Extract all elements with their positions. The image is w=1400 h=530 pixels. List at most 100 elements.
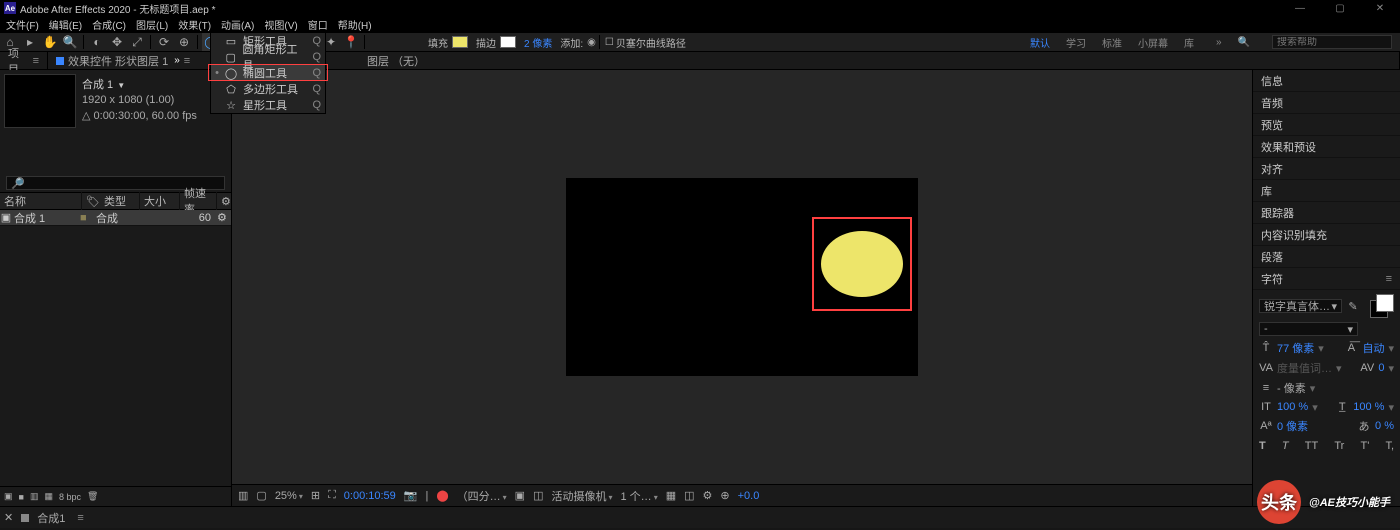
bezier-label[interactable]: 贝塞尔曲线路径 xyxy=(616,35,686,50)
panel-tracker[interactable]: 跟踪器 xyxy=(1253,202,1400,224)
footer-icon[interactable]: ■ xyxy=(19,492,24,502)
ellipse-shape[interactable] xyxy=(821,231,903,297)
scale-h[interactable]: 100 % xyxy=(1353,401,1384,413)
polygon-tool-item[interactable]: ⬠多边形工具Q xyxy=(211,81,325,97)
panel-content-aware[interactable]: 内容识别填充 xyxy=(1253,224,1400,246)
col-name[interactable]: 名称 xyxy=(4,193,26,209)
tab-layer-none[interactable]: 图层 （无） xyxy=(367,53,425,69)
panel-paragraph[interactable]: 段落 xyxy=(1253,246,1400,268)
views-select[interactable]: 1 个… xyxy=(621,488,658,504)
kerning[interactable]: 度量值词… xyxy=(1277,360,1332,376)
stroke-width[interactable]: 2 像素 xyxy=(524,35,552,50)
help-search-input[interactable] xyxy=(1277,37,1387,48)
color-label[interactable] xyxy=(21,514,29,522)
menu-help[interactable]: 帮助(H) xyxy=(338,17,372,32)
style-super[interactable]: T' xyxy=(1360,440,1369,452)
maximize-button[interactable]: ▢ xyxy=(1320,0,1360,16)
minimize-button[interactable]: — xyxy=(1280,0,1320,16)
time-display[interactable]: 0:00:10:59 xyxy=(344,490,396,502)
footer-icon[interactable]: ⊞ xyxy=(311,489,320,502)
zoom-tool-icon[interactable]: 🔍 xyxy=(61,33,79,51)
trash-icon[interactable]: 🗑 xyxy=(87,491,98,502)
star-tool-item[interactable]: ☆星形工具Q xyxy=(211,97,325,113)
timeline-comp[interactable]: 合成1 xyxy=(37,510,65,526)
ellipse-tool-item[interactable]: •◯椭圆工具Q xyxy=(211,65,325,81)
menu-window[interactable]: 窗口 xyxy=(308,17,328,32)
menu-layer[interactable]: 图层(L) xyxy=(136,17,168,32)
panel-libraries[interactable]: 库 xyxy=(1253,180,1400,202)
col-size[interactable]: 大小 xyxy=(144,193,166,209)
menu-edit[interactable]: 编辑(E) xyxy=(49,17,82,32)
fill-swatch[interactable] xyxy=(452,36,468,48)
stroke-width[interactable]: - 像素 xyxy=(1277,380,1306,396)
menu-file[interactable]: 文件(F) xyxy=(6,17,39,32)
puppet-tool-icon[interactable]: 📍 xyxy=(342,33,360,51)
footer-icon[interactable]: ⚙ xyxy=(703,489,713,502)
exposure-value[interactable]: +0.0 xyxy=(738,490,760,502)
project-item-row[interactable]: ▣ 合成 1 ■ 合成 60 ⚙ xyxy=(0,210,231,226)
orbit-tool-icon[interactable]: ◐ xyxy=(88,33,106,51)
scale-v[interactable]: 100 % xyxy=(1277,401,1308,413)
viewer-body[interactable] xyxy=(232,70,1252,484)
style-caps[interactable]: TT xyxy=(1305,440,1318,452)
footer-icon[interactable]: ◫ xyxy=(533,489,543,502)
close-button[interactable]: ✕ xyxy=(1360,0,1400,16)
workspace-more-icon[interactable]: » xyxy=(1216,37,1222,48)
workspace-small[interactable]: 小屏幕 xyxy=(1138,35,1168,50)
style-bold[interactable]: T xyxy=(1259,440,1266,452)
panel-character[interactable]: 字符≡ xyxy=(1253,268,1400,290)
leading[interactable]: 自动 xyxy=(1362,340,1384,356)
col-type[interactable]: 类型 xyxy=(104,193,126,209)
style-italic[interactable]: T xyxy=(1282,440,1289,452)
workspace-standard[interactable]: 标准 xyxy=(1102,35,1122,50)
footer-icon[interactable]: ⊕ xyxy=(720,489,729,502)
footer-icon[interactable]: ▣ xyxy=(515,489,525,502)
footer-icon[interactable]: ▥ xyxy=(238,489,248,502)
help-search[interactable] xyxy=(1272,35,1392,49)
dolly-tool-icon[interactable]: ⤢ xyxy=(128,33,146,51)
rotate-tool-icon[interactable]: ⟳ xyxy=(155,33,173,51)
baseline[interactable]: 0 像素 xyxy=(1277,418,1308,434)
hand-tool-icon[interactable]: ✋ xyxy=(41,33,59,51)
menu-animation[interactable]: 动画(A) xyxy=(221,17,254,32)
panel-effects-presets[interactable]: 效果和预设 xyxy=(1253,136,1400,158)
menu-composition[interactable]: 合成(C) xyxy=(92,17,126,32)
bpc-label[interactable]: 8 bpc xyxy=(59,492,81,502)
panel-info[interactable]: 信息 xyxy=(1253,70,1400,92)
pan-tool-icon[interactable]: ✥ xyxy=(108,33,126,51)
rounded-rect-tool-item[interactable]: ▢圆角矩形工具Q xyxy=(211,49,325,65)
footer-icon[interactable]: ▦ xyxy=(666,489,676,502)
footer-icon[interactable]: ▦ xyxy=(44,491,53,502)
snapshot-icon[interactable]: 📷 xyxy=(404,489,418,502)
footer-icon[interactable]: ▣ xyxy=(4,491,13,502)
font-size[interactable]: 77 像素 xyxy=(1277,340,1314,356)
tab-effect-controls[interactable]: 效果控件 形状图层 1 xyxy=(68,53,168,69)
zoom-value[interactable]: 25% xyxy=(275,490,303,502)
quality-select[interactable]: （四分… xyxy=(457,488,507,504)
menu-view[interactable]: 视图(V) xyxy=(264,17,297,32)
workspace-lib[interactable]: 库 xyxy=(1184,35,1194,50)
footer-icon[interactable]: ▢ xyxy=(256,489,266,502)
anchor-tool-icon[interactable]: ⊕ xyxy=(175,33,193,51)
style-smallcaps[interactable]: Tr xyxy=(1334,440,1344,452)
stroke-swatch[interactable] xyxy=(500,36,516,48)
panel-preview[interactable]: 预览 xyxy=(1253,114,1400,136)
close-icon[interactable]: ✕ xyxy=(4,511,13,524)
font-select[interactable]: 锐字真言体…▾ xyxy=(1259,299,1342,313)
menu-effect[interactable]: 效果(T) xyxy=(178,17,211,32)
footer-icon[interactable]: ◫ xyxy=(684,489,694,502)
tracking[interactable]: 0 xyxy=(1378,362,1384,374)
panel-audio[interactable]: 音频 xyxy=(1253,92,1400,114)
timeline-menu-icon[interactable]: ≡ xyxy=(77,512,83,524)
channel-icon[interactable]: ⬤ xyxy=(436,489,448,502)
color-chips[interactable] xyxy=(1364,294,1394,318)
panel-align[interactable]: 对齐 xyxy=(1253,158,1400,180)
workspace-learn[interactable]: 学习 xyxy=(1066,35,1086,50)
eyedropper-icon[interactable]: ✎ xyxy=(1346,299,1360,313)
tsume[interactable]: 0 % xyxy=(1375,420,1394,432)
home-icon[interactable]: ⌂ xyxy=(1,33,19,51)
comp-thumbnail[interactable] xyxy=(4,74,76,128)
style-sub[interactable]: T, xyxy=(1385,440,1394,452)
workspace-default[interactable]: 默认 xyxy=(1030,35,1050,50)
composition-canvas[interactable] xyxy=(566,178,918,376)
